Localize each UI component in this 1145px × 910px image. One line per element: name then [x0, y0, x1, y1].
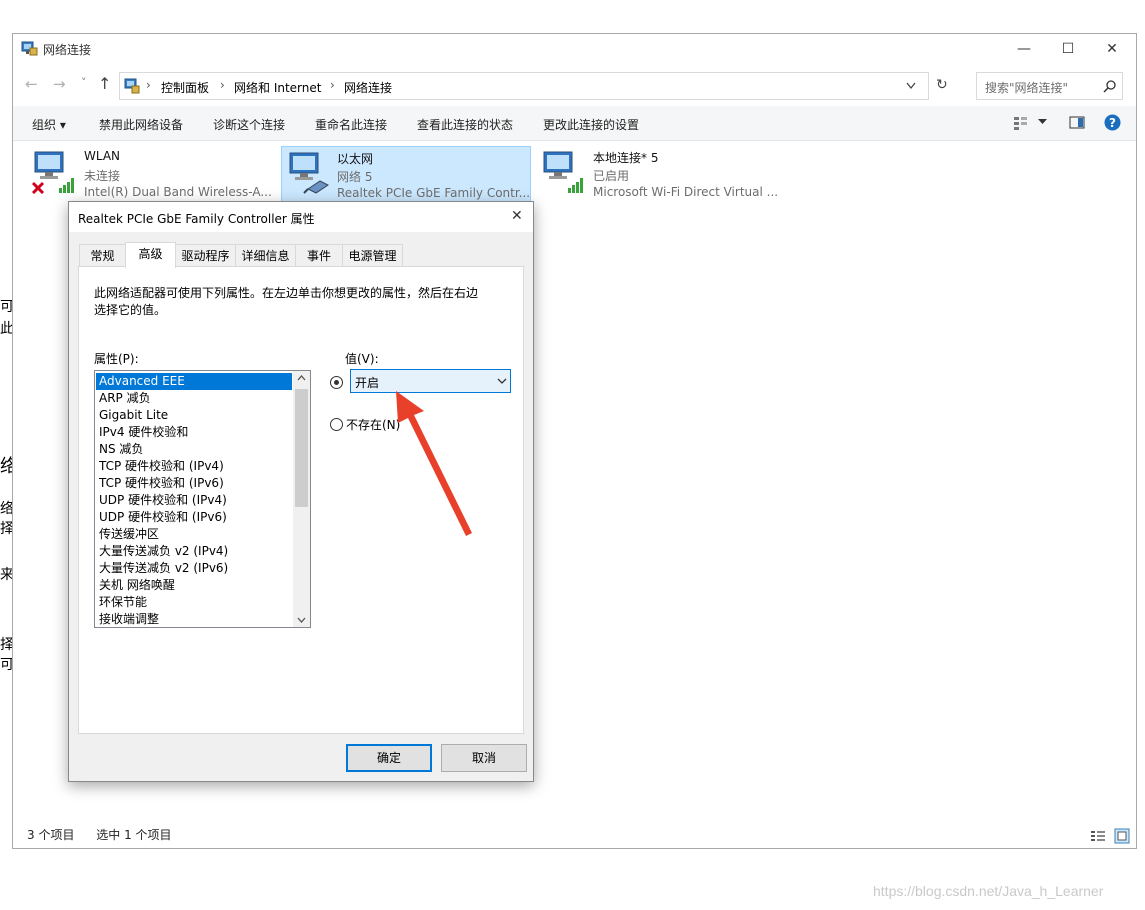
back-button[interactable]: ←	[25, 75, 38, 93]
selected-count: 选中 1 个项目	[96, 828, 172, 842]
forward-button[interactable]: →	[53, 75, 66, 93]
organize-button[interactable]: 组织 ▾	[32, 116, 66, 133]
breadcrumb-network-connections[interactable]: 网络连接	[344, 79, 392, 96]
property-list[interactable]: Advanced EEE ARP 减负 Gigabit Lite IPv4 硬件…	[94, 370, 311, 628]
command-bar: 组织 ▾ 禁用此网络设备 诊断这个连接 重命名此连接 查看此连接的状态 更改此连…	[13, 106, 1136, 141]
preview-pane-icon[interactable]	[1069, 115, 1085, 130]
annotation-arrow-icon	[396, 391, 472, 536]
dialog-titlebar: Realtek PCIe GbE Family Controller 属性 ✕	[69, 202, 533, 232]
connection-status: 网络 5	[337, 170, 373, 184]
list-item[interactable]: UDP 硬件校验和 (IPv6)	[96, 509, 292, 526]
tab-power-management[interactable]: 电源管理	[342, 244, 403, 266]
item-count: 3 个项目	[27, 828, 75, 842]
chevron-down-icon[interactable]	[906, 82, 916, 90]
address-bar[interactable]: › 控制面板 › 网络和 Internet › 网络连接 ↻	[119, 72, 948, 100]
refresh-button[interactable]: ↻	[936, 77, 948, 93]
scroll-down-icon[interactable]	[297, 617, 306, 623]
breadcrumb-network-internet[interactable]: 网络和 Internet	[234, 79, 321, 96]
breadcrumb-separator: ›	[220, 78, 225, 92]
connection-name: 以太网	[337, 152, 374, 166]
list-item[interactable]: IPv4 硬件校验和	[96, 424, 292, 441]
value-label: 值(V):	[345, 352, 379, 366]
search-icon[interactable]	[1103, 80, 1116, 93]
connection-device: Microsoft Wi-Fi Direct Virtual ...	[593, 185, 779, 199]
radio-dot	[334, 380, 339, 385]
connection-name: 本地连接* 5	[593, 151, 659, 165]
list-item[interactable]: 大量传送减负 v2 (IPv4)	[96, 543, 292, 560]
ethernet-adapter-icon	[289, 152, 329, 194]
connection-device: Intel(R) Dual Band Wireless-A...	[84, 185, 272, 199]
close-button[interactable]: ✕	[1089, 34, 1135, 64]
tab-general[interactable]: 常规	[79, 244, 126, 266]
window-titlebar: 网络连接 — ☐ ✕	[13, 34, 1136, 64]
list-item[interactable]: Advanced EEE	[96, 373, 292, 390]
details-view-icon[interactable]	[1090, 829, 1106, 843]
change-settings-button[interactable]: 更改此连接的设置	[543, 116, 639, 133]
ok-button[interactable]: 确定	[346, 744, 432, 772]
diagnose-button[interactable]: 诊断这个连接	[213, 116, 285, 133]
divider	[928, 73, 929, 99]
window-title: 网络连接	[43, 43, 92, 57]
breadcrumb-separator: ›	[330, 78, 335, 92]
chevron-down-icon[interactable]	[1038, 119, 1047, 125]
minimize-button[interactable]: —	[1001, 34, 1047, 64]
panel-description: 此网络适配器可使用下列属性。在左边单击你想更改的属性，然后在右边选择它的值。	[94, 286, 479, 317]
recent-locations-button[interactable]: ˅	[81, 76, 87, 89]
connection-status: 未连接	[84, 169, 121, 183]
breadcrumb-separator: ›	[146, 78, 151, 92]
scroll-up-icon[interactable]	[297, 375, 306, 381]
list-item[interactable]: 传送缓冲区	[96, 526, 292, 543]
list-item[interactable]: 环保节能	[96, 594, 292, 611]
dialog-title: Realtek PCIe GbE Family Controller 属性	[78, 212, 315, 226]
connection-item-wlan[interactable]: WLAN 未连接 Intel(R) Dual Band Wireless-A..…	[29, 144, 274, 204]
selected-value: 开启	[355, 376, 380, 390]
list-item[interactable]: TCP 硬件校验和 (IPv6)	[96, 475, 292, 492]
watermark: https://blog.csdn.net/Java_h_Learner	[873, 883, 1104, 899]
connection-item-ethernet[interactable]: 以太网 网络 5 Realtek PCIe GbE Family Contr..…	[281, 146, 531, 204]
up-button[interactable]: ↑	[98, 74, 111, 93]
value-radio[interactable]	[330, 376, 343, 389]
list-item[interactable]: UDP 硬件校验和 (IPv4)	[96, 492, 292, 509]
rename-button[interactable]: 重命名此连接	[315, 116, 387, 133]
view-options-icon[interactable]	[1013, 115, 1029, 131]
dialog-close-button[interactable]: ✕	[511, 208, 523, 224]
control-panel-icon	[124, 78, 140, 94]
tab-driver[interactable]: 驱动程序	[175, 244, 236, 266]
breadcrumb-control-panel[interactable]: 控制面板	[161, 79, 209, 96]
tab-events[interactable]: 事件	[295, 244, 343, 266]
maximize-button[interactable]: ☐	[1045, 34, 1091, 64]
chevron-down-icon[interactable]	[497, 378, 507, 385]
list-item[interactable]: 关机 网络唤醒	[96, 577, 292, 594]
cancel-button[interactable]: 取消	[441, 744, 527, 772]
search-input[interactable]: 搜索"网络连接"	[985, 79, 1068, 96]
status-bar: 3 个项目 选中 1 个项目	[27, 826, 172, 843]
list-item[interactable]: 接收端调整	[96, 611, 292, 627]
tab-details[interactable]: 详细信息	[235, 244, 296, 266]
list-item[interactable]: TCP 硬件校验和 (IPv4)	[96, 458, 292, 475]
disable-device-button[interactable]: 禁用此网络设备	[99, 116, 183, 133]
tab-advanced[interactable]: 高级	[125, 242, 176, 268]
connection-item-local-5[interactable]: 本地连接* 5 已启用 Microsoft Wi-Fi Direct Virtu…	[538, 144, 798, 204]
connection-status: 已启用	[593, 169, 630, 183]
scrollbar-thumb[interactable]	[295, 389, 308, 507]
list-item[interactable]: 大量传送减负 v2 (IPv6)	[96, 560, 292, 577]
large-icons-view-icon[interactable]	[1114, 828, 1130, 844]
network-folder-icon	[21, 41, 38, 56]
connection-name: WLAN	[84, 149, 121, 163]
help-icon[interactable]: ?	[1104, 114, 1121, 131]
connection-device: Realtek PCIe GbE Family Contr...	[337, 186, 531, 200]
wifi-direct-adapter-icon	[543, 151, 583, 193]
list-item[interactable]: Gigabit Lite	[96, 407, 292, 424]
list-item[interactable]: ARP 减负	[96, 390, 292, 407]
not-present-radio[interactable]	[330, 418, 343, 431]
list-item[interactable]: NS 减负	[96, 441, 292, 458]
svg-text:?: ?	[1109, 116, 1116, 130]
organize-label: 组织	[32, 118, 57, 132]
wlan-adapter-icon	[31, 151, 74, 194]
view-status-button[interactable]: 查看此连接的状态	[417, 116, 513, 133]
search-box[interactable]: 搜索"网络连接"	[976, 72, 1123, 100]
address-row: ← → ˅ ↑ › 控制面板 › 网络和 Internet › 网络连接 ↻ 搜…	[13, 70, 1136, 102]
property-label: 属性(P):	[94, 352, 139, 366]
list-scrollbar[interactable]	[293, 371, 310, 627]
